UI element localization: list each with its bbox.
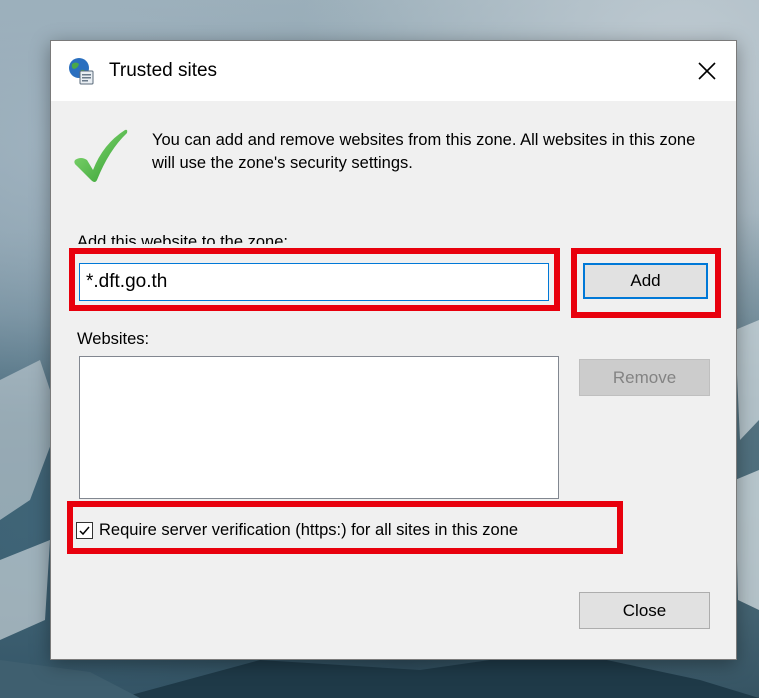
trusted-sites-dialog: Trusted sites You can add and remove web… bbox=[50, 40, 737, 660]
globe-trusted-icon bbox=[69, 58, 94, 85]
add-button[interactable]: Add bbox=[583, 263, 708, 299]
https-verification-row[interactable]: Require server verification (https:) for… bbox=[76, 518, 518, 542]
add-website-label: Add this website to the zone: bbox=[77, 233, 288, 244]
zone-info-text: You can add and remove websites from thi… bbox=[152, 131, 696, 172]
https-verification-label: Require server verification (https:) for… bbox=[99, 520, 519, 539]
https-verification-checkbox[interactable] bbox=[76, 521, 93, 539]
check-icon bbox=[74, 129, 128, 182]
close-icon[interactable] bbox=[691, 55, 723, 87]
websites-label: Websites: bbox=[77, 330, 150, 348]
checkmark-icon bbox=[79, 526, 90, 535]
title-bar: Trusted sites bbox=[51, 41, 736, 101]
website-url-input[interactable] bbox=[79, 263, 549, 301]
dialog-title: Trusted sites bbox=[109, 60, 218, 81]
websites-listbox[interactable] bbox=[79, 356, 559, 499]
close-button[interactable]: Close bbox=[579, 592, 710, 629]
remove-button[interactable]: Remove bbox=[579, 359, 710, 396]
